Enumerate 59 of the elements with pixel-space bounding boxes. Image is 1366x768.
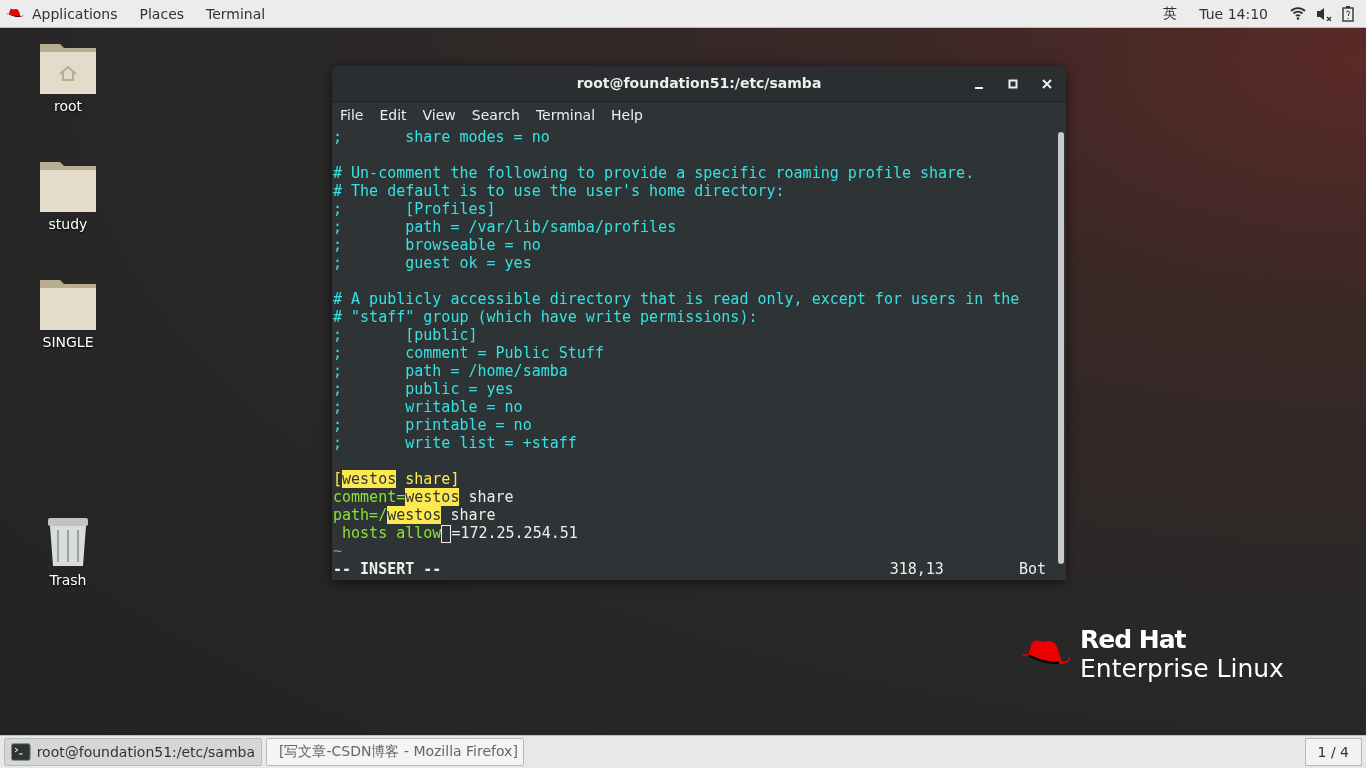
top-menu[interactable]: Terminal — [198, 5, 280, 22]
search-match: westos — [387, 506, 442, 524]
wifi-icon[interactable] — [1290, 7, 1306, 20]
code-text: # Un-comment the following to provide a specific roaming profile share. — [333, 164, 975, 182]
editor-mode: -- INSERT -- — [333, 560, 442, 578]
empty-line-marker: ~ — [333, 542, 343, 560]
code-text: # A publicly accessible directory that is read only, except for users in the — [333, 290, 1020, 308]
top-menu[interactable]: Applications — [24, 5, 132, 22]
code-text: ; public = yes — [333, 380, 514, 398]
input-method[interactable]: 英 — [1163, 4, 1178, 23]
code-text: # The default is to use the user's home directory: — [333, 182, 785, 200]
code-text: ; comment = Public Stuff — [333, 344, 604, 362]
code-text: ; share modes = no — [333, 128, 550, 146]
menu-item[interactable]: Help — [611, 106, 651, 123]
code-text: ; path = /var/lib/samba/profiles — [333, 218, 677, 236]
code-text: hosts allow — [341, 524, 442, 542]
battery-icon[interactable] — [1342, 5, 1354, 22]
terminal-icon — [11, 743, 31, 761]
code-text: share — [449, 506, 496, 524]
volume-muted-icon[interactable] — [1316, 6, 1332, 21]
taskbar-item[interactable]: root@foundation51:/etc/samba — [4, 738, 262, 766]
desktop-icon-label[interactable]: Trash — [49, 572, 87, 588]
text-cursor — [441, 525, 452, 543]
brand-name: Red Hat — [1080, 626, 1187, 654]
brand-product: Enterprise Linux — [1080, 654, 1284, 684]
menu-item[interactable]: Edit — [379, 106, 415, 123]
code-text: share — [467, 488, 514, 506]
clock[interactable]: Tue 14:10 — [1199, 5, 1268, 22]
close-icon[interactable] — [1042, 79, 1052, 89]
menu-item[interactable]: Terminal — [535, 106, 604, 123]
search-match: westos — [405, 488, 460, 506]
menu-item[interactable]: File — [340, 106, 372, 123]
window-title: root@foundation51:/etc/samba — [576, 75, 822, 92]
trash-icon[interactable] — [46, 516, 90, 568]
code-text: share] — [404, 470, 460, 488]
desktop-icon-label[interactable]: study — [48, 216, 88, 232]
code-text: ; write list = +staff — [333, 434, 577, 452]
code-text: ; printable = no — [333, 416, 532, 434]
scrollbar-thumb[interactable] — [1058, 132, 1064, 564]
cursor-position: 318,13 — [889, 560, 944, 578]
top-menu[interactable]: Places — [131, 5, 199, 22]
desktop-icon-label[interactable]: SINGLE — [42, 334, 94, 350]
code-text: ; [Profiles] — [333, 200, 496, 218]
code-text: =172.25.254.51 — [451, 524, 578, 542]
workspace-switcher[interactable]: 1 / 4 — [1304, 738, 1362, 766]
taskbar-item[interactable]: [写文章-CSDN博客 - Mozilla Firefox] — [266, 738, 524, 766]
desktop-icon-label[interactable]: root — [53, 98, 83, 114]
code-text: ; browseable = no — [333, 236, 541, 254]
code-text: # "staff" group (which have write permissions): — [333, 308, 758, 326]
search-match: westos — [342, 470, 397, 488]
menu-item[interactable]: Search — [471, 106, 528, 123]
code-text: ; [public] — [333, 326, 478, 344]
code-text: ; path = /home/samba — [333, 362, 568, 380]
code-text: ; guest ok = yes — [333, 254, 532, 272]
code-text: ; writable = no — [333, 398, 523, 416]
maximize-icon[interactable] — [1008, 79, 1018, 89]
menu-item[interactable]: View — [422, 106, 464, 123]
redhat-icon — [6, 7, 24, 20]
scroll-position: Bot — [1018, 560, 1046, 578]
